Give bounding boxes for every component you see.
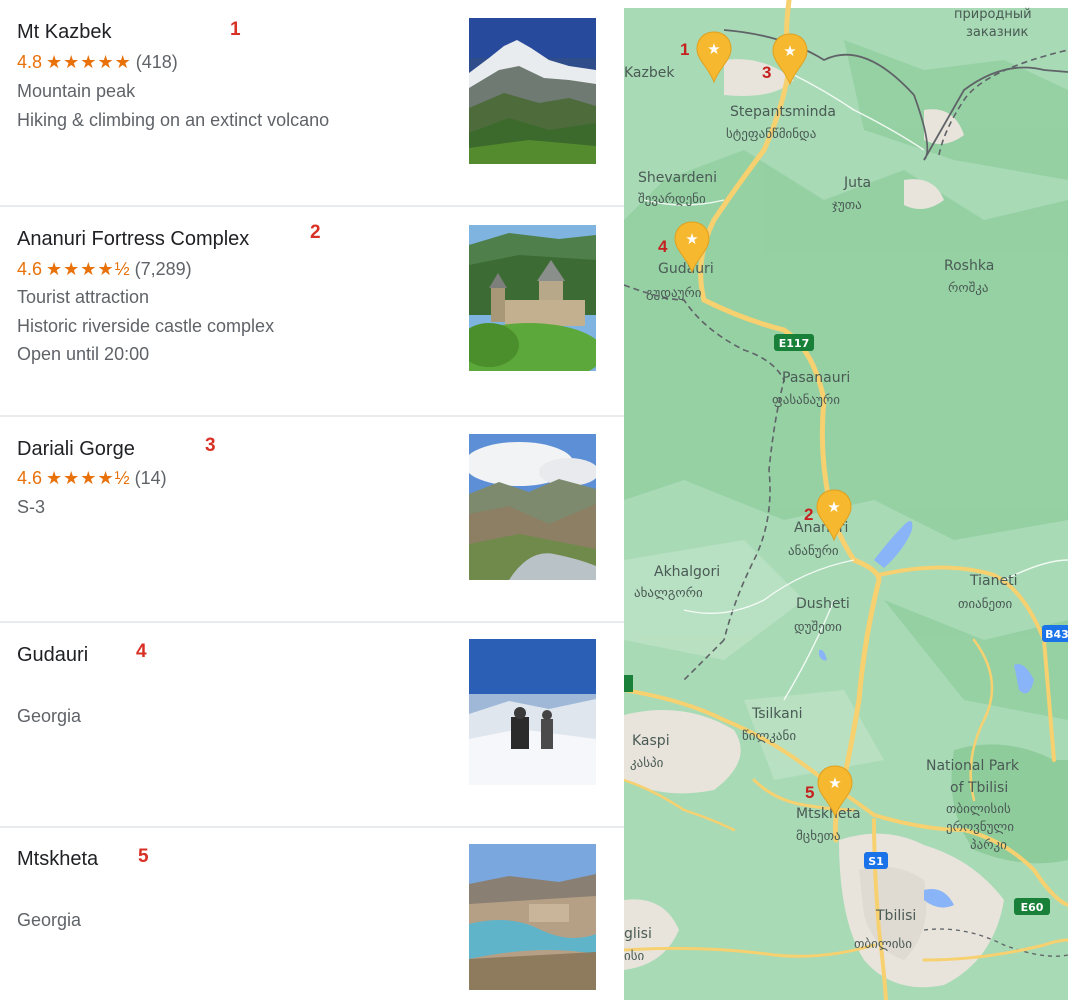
rating-score: 4.6: [17, 468, 43, 488]
star-icon: ★: [827, 499, 840, 516]
result-card-mtskheta[interactable]: Mtskheta 5 Georgia: [0, 828, 624, 1000]
place-photo-gorge[interactable]: [469, 434, 596, 580]
svg-text:Tianeti: Tianeti: [969, 573, 1017, 589]
svg-text:ახალგორი: ახალგორი: [634, 586, 703, 601]
place-name[interactable]: Mtskheta: [17, 848, 98, 871]
svg-text:National Park: National Park: [926, 758, 1020, 774]
star-rating-icon: ★★★★½: [46, 259, 131, 279]
map-view[interactable]: E117 B43 S1 E60 природный заказник Kazbe…: [624, 0, 1068, 1000]
rating-score: 4.8: [17, 52, 43, 72]
svg-text:ჯუთა: ჯუთა: [832, 198, 862, 213]
svg-text:Juta: Juta: [843, 175, 871, 191]
place-name[interactable]: Mt Kazbek: [17, 21, 111, 44]
place-photo-mountain[interactable]: [469, 18, 596, 164]
svg-text:Stepantsminda: Stepantsminda: [730, 104, 836, 120]
svg-text:ანანური: ანანური: [788, 544, 839, 559]
svg-text:Tbilisi: Tbilisi: [875, 908, 916, 924]
review-count: (7,289): [134, 259, 192, 279]
svg-text:glisi: glisi: [624, 926, 652, 942]
road-shield-b43: B43: [1042, 625, 1068, 642]
star-rating-icon: ★★★★½: [46, 468, 131, 488]
svg-text:Mtskheta: Mtskheta: [796, 806, 861, 822]
road-shield-partial: [624, 675, 633, 692]
svg-text:E117: E117: [779, 337, 809, 350]
road-shield-e60: E60: [1014, 898, 1050, 915]
svg-text:Dusheti: Dusheti: [796, 596, 850, 612]
star-icon: ★: [828, 775, 841, 792]
svg-text:Gudauri: Gudauri: [658, 261, 714, 277]
place-name[interactable]: Dariali Gorge: [17, 438, 135, 461]
svg-text:კასპი: კასპი: [630, 756, 664, 771]
rating-row: 4.6 ★★★★½ (14): [17, 468, 167, 489]
svg-text:of Tbilisi: of Tbilisi: [950, 780, 1008, 796]
marker-number: 2: [310, 222, 321, 243]
svg-text:E60: E60: [1021, 901, 1044, 914]
svg-text:როშკა: როშკა: [948, 281, 989, 296]
opening-hours: Open until 20:00: [17, 344, 150, 364]
svg-text:დუშეთი: დუშეთი: [794, 620, 842, 635]
marker-number: 4: [136, 641, 147, 662]
pin-number-1: 1: [680, 40, 689, 59]
result-card-ananuri[interactable]: Ananuri Fortress Complex 2 4.6 ★★★★½ (7,28…: [0, 207, 624, 417]
marker-number: 1: [230, 19, 241, 40]
svg-text:სტეფანწმინდა: სტეფანწმინდა: [726, 127, 816, 142]
svg-text:გუდაური: გუდაური: [646, 286, 702, 301]
svg-text:ეროვნული: ეროვნული: [946, 820, 1014, 835]
svg-text:Kaspi: Kaspi: [632, 733, 670, 749]
svg-text:პარკი: პარკი: [970, 838, 1007, 853]
place-photo-ski-slope[interactable]: [469, 639, 596, 785]
pin-number-4: 4: [658, 237, 668, 256]
place-type: Mountain peak: [17, 81, 136, 101]
results-list: Mt Kazbek 1 4.8 ★★★★★ (418) Mountain peak …: [0, 0, 624, 1000]
svg-text:Kazbek: Kazbek: [624, 65, 675, 81]
result-card-dariali-gorge[interactable]: Dariali Gorge 3 4.6 ★★★★½ (14) S-3: [0, 417, 624, 623]
marker-number: 3: [205, 435, 216, 456]
star-icon: ★: [783, 43, 796, 60]
place-photo-fortress[interactable]: [469, 225, 596, 371]
rating-row: 4.8 ★★★★★ (418): [17, 52, 178, 73]
svg-text:S1: S1: [868, 855, 884, 868]
review-count: (418): [135, 52, 178, 72]
svg-text:შევარდენი: შევარდენი: [638, 192, 706, 207]
road-shield-s1: S1: [864, 852, 888, 869]
svg-text:Akhalgori: Akhalgori: [654, 564, 720, 580]
svg-text:თიანეთი: თიანეთი: [958, 597, 1013, 612]
place-description: Hiking & climbing on an extinct volcano: [17, 110, 330, 130]
rating-score: 4.6: [17, 259, 43, 279]
svg-text:თბილისის: თბილისის: [946, 802, 1011, 817]
place-region: Georgia: [17, 706, 82, 726]
svg-text:Shevardeni: Shevardeni: [638, 170, 717, 186]
star-icon: ★: [685, 231, 698, 248]
svg-text:Pasanauri: Pasanauri: [782, 370, 850, 386]
result-card-gudauri[interactable]: Gudauri 4 Georgia: [0, 623, 624, 828]
star-icon: ★: [707, 41, 720, 58]
place-photo-town[interactable]: [469, 844, 596, 990]
svg-text:ისი: ისი: [624, 949, 645, 964]
svg-text:природный: природный: [954, 7, 1032, 22]
svg-text:B43: B43: [1045, 628, 1068, 641]
svg-text:თბილისი: თბილისი: [854, 937, 912, 952]
result-card-mt-kazbek[interactable]: Mt Kazbek 1 4.8 ★★★★★ (418) Mountain peak …: [0, 0, 624, 207]
road-shield-e117: E117: [774, 334, 814, 351]
svg-text:წილკანი: წილკანი: [742, 729, 796, 744]
place-region: Georgia: [17, 910, 82, 930]
svg-text:Tsilkani: Tsilkani: [751, 706, 803, 722]
place-name[interactable]: Gudauri: [17, 644, 88, 667]
place-description: Historic riverside castle complex: [17, 316, 275, 336]
place-name[interactable]: Ananuri Fortress Complex: [17, 228, 249, 251]
star-rating-icon: ★★★★★: [46, 52, 132, 72]
place-type: Tourist attraction: [17, 287, 150, 307]
svg-text:заказник: заказник: [966, 25, 1029, 40]
rating-row: 4.6 ★★★★½ (7,289): [17, 259, 192, 280]
svg-text:Roshka: Roshka: [944, 258, 994, 274]
svg-text:ფასანაური: ფასანაური: [772, 393, 840, 408]
marker-number: 5: [138, 846, 149, 867]
pin-number-5: 5: [805, 783, 814, 802]
pin-number-2: 2: [804, 505, 813, 524]
pin-number-3: 3: [762, 63, 771, 82]
road-number: S-3: [17, 497, 46, 517]
map-canvas[interactable]: E117 B43 S1 E60 природный заказник Kazbe…: [624, 0, 1068, 1000]
review-count: (14): [134, 468, 167, 488]
svg-text:მცხეთა: მცხეთა: [796, 829, 841, 844]
